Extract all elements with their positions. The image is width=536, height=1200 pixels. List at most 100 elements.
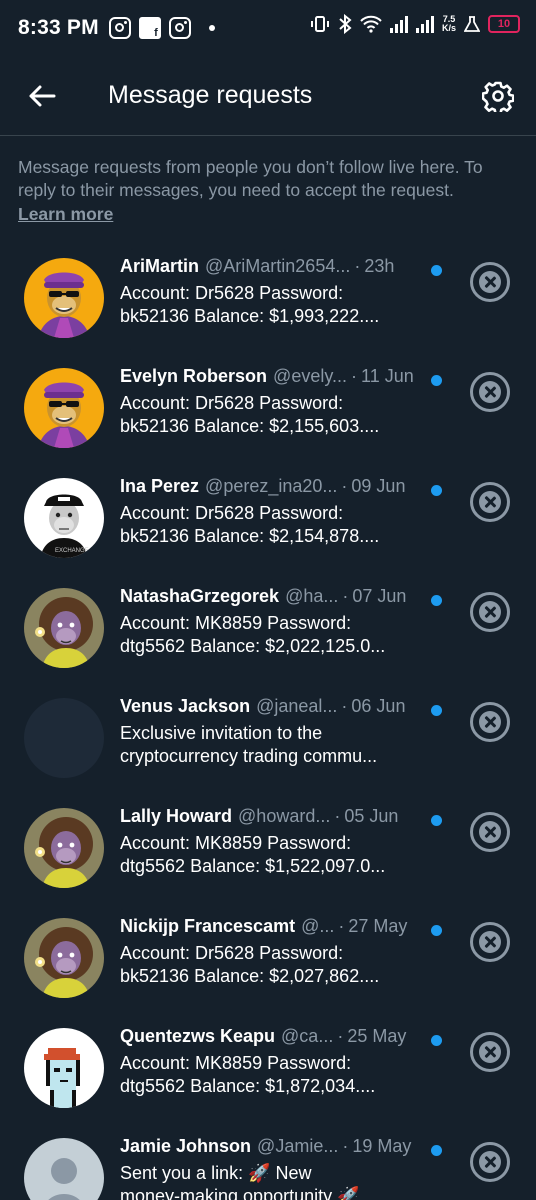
message-request-row[interactable]: AriMartin @AriMartin2654... · 23h Accoun… [0, 240, 536, 350]
message-request-content: AriMartin @AriMartin2654... · 23h Accoun… [120, 256, 440, 328]
unread-indicator [431, 485, 442, 496]
net-speed-unit: K/s [441, 23, 456, 33]
sender-name: Jamie Johnson [120, 1136, 252, 1156]
message-request-row[interactable]: Venus Jackson @janeal... · 06 Jun Exclus… [0, 680, 536, 790]
settings-button[interactable] [478, 76, 518, 116]
svg-text:EXCHANGE: EXCHANGE [55, 548, 89, 554]
arrow-left-icon [29, 85, 56, 107]
avatar[interactable] [24, 808, 104, 888]
avatar[interactable] [24, 1138, 104, 1200]
dismiss-request-button[interactable] [470, 372, 510, 412]
page-title: Message requests [108, 81, 313, 109]
message-request-content: Venus Jackson @janeal... · 06 Jun Exclus… [120, 696, 440, 768]
sender-name: Lally Howard [120, 806, 233, 826]
close-circle-icon [479, 491, 501, 513]
alert-icon [464, 16, 480, 32]
sender-handle: @ha... [285, 586, 339, 606]
separator: · [342, 1136, 349, 1156]
message-request-content: Jamie Johnson @Jamie... · 19 May Sent yo… [120, 1136, 440, 1200]
dismiss-request-button[interactable] [470, 1032, 510, 1072]
message-preview-line-1: Account: Dr5628 Password: [120, 943, 344, 963]
dot-icon [208, 25, 215, 31]
sender-handle: @AriMartin2654... [205, 256, 351, 276]
dismiss-request-button[interactable] [470, 1142, 510, 1182]
separator: · [334, 806, 341, 826]
message-request-row[interactable]: Nickijp Francescamt @... · 27 May Accoun… [0, 900, 536, 1010]
message-request-row[interactable]: Jamie Johnson @Jamie... · 19 May Sent yo… [0, 1120, 536, 1200]
message-preview-line-2: dtg5562 Balance: $2,022,125.0... [120, 636, 386, 656]
sender-handle: @howard... [238, 806, 331, 826]
unread-indicator [431, 705, 442, 716]
close-circle-icon [479, 1041, 501, 1063]
avatar[interactable] [24, 588, 104, 668]
info-text: Message requests from people you don’t f… [18, 157, 483, 200]
separator: · [354, 256, 361, 276]
message-request-row[interactable]: EXCHANGE Ina Perez @perez_ina20... · 09 … [0, 460, 536, 570]
message-preview-line-1: Sent you a link: 🚀 New [120, 1163, 312, 1183]
message-preview-line-2: dtg5562 Balance: $1,872,034.... [120, 1076, 376, 1096]
close-circle-icon [479, 821, 501, 843]
message-preview-line-2: money-making opportunity 🚀 [120, 1186, 360, 1200]
avatar[interactable] [24, 368, 104, 448]
message-date: 09 Jun [351, 476, 406, 496]
separator: · [341, 476, 348, 496]
message-request-row[interactable]: NatashaGrzegorek @ha... · 07 Jun Account… [0, 570, 536, 680]
avatar[interactable]: EXCHANGE [24, 478, 104, 558]
message-preview-line-2: bk52136 Balance: $1,993,222.... [120, 306, 380, 326]
unread-indicator [431, 815, 442, 826]
dismiss-request-button[interactable] [470, 592, 510, 632]
vibrate-icon [310, 16, 329, 32]
unread-indicator [431, 1035, 442, 1046]
unread-indicator [431, 595, 442, 606]
close-circle-icon [479, 601, 501, 623]
contact-card-icon [138, 17, 161, 39]
message-request-header: Venus Jackson @janeal... · 06 Jun [120, 696, 440, 722]
message-request-row[interactable]: Lally Howard @howard... · 05 Jun Account… [0, 790, 536, 900]
message-date: 19 May [352, 1136, 412, 1156]
close-circle-icon [479, 711, 501, 733]
dismiss-request-button[interactable] [470, 702, 510, 742]
instagram-icon [108, 17, 131, 39]
message-date: 27 May [348, 916, 408, 936]
separator: · [338, 916, 345, 936]
message-request-content: Ina Perez @perez_ina20... · 09 Jun Accou… [120, 476, 440, 548]
system-icons: 7.5 K/s 10 [310, 14, 520, 34]
sender-name: AriMartin [120, 256, 200, 276]
message-request-header: Lally Howard @howard... · 05 Jun [120, 806, 440, 832]
dismiss-request-button[interactable] [470, 262, 510, 302]
message-preview-line-1: Account: Dr5628 Password: [120, 283, 344, 303]
dismiss-request-button[interactable] [470, 812, 510, 852]
gear-icon [482, 81, 514, 112]
message-date: 11 Jun [361, 366, 414, 386]
message-request-header: AriMartin @AriMartin2654... · 23h [120, 256, 440, 282]
message-preview-line-1: Account: MK8859 Password: [120, 833, 352, 853]
close-circle-icon [479, 1151, 501, 1173]
close-circle-icon [479, 381, 501, 403]
message-request-content: Nickijp Francescamt @... · 27 May Accoun… [120, 916, 440, 988]
avatar[interactable] [24, 1028, 104, 1108]
back-button[interactable] [22, 76, 62, 116]
signal-icon [389, 15, 408, 33]
message-request-header: Nickijp Francescamt @... · 27 May [120, 916, 440, 942]
battery-level: 10 [497, 18, 511, 30]
message-request-row[interactable]: Quentezws Keapu @ca... · 25 May Account:… [0, 1010, 536, 1120]
wifi-icon [360, 15, 382, 33]
message-preview-line-2: dtg5562 Balance: $1,522,097.0... [120, 856, 386, 876]
message-preview-line-1: Account: Dr5628 Password: [120, 393, 344, 413]
sender-handle: @Jamie... [257, 1136, 339, 1156]
sender-handle: @... [301, 916, 335, 936]
avatar[interactable] [24, 918, 104, 998]
separator: · [342, 586, 349, 606]
message-request-header: Evelyn Roberson @evely... · 11 Jun [120, 366, 440, 392]
sender-handle: @perez_ina20... [205, 476, 338, 496]
avatar[interactable] [24, 698, 104, 778]
net-speed: 7.5 K/s [442, 15, 456, 33]
status-bar: 8:33 PM 7.5 K/s 10 [0, 0, 536, 56]
dismiss-request-button[interactable] [470, 922, 510, 962]
learn-more-link[interactable]: Learn more [18, 203, 113, 226]
message-request-header: Quentezws Keapu @ca... · 25 May [120, 1026, 440, 1052]
message-request-row[interactable]: Evelyn Roberson @evely... · 11 Jun Accou… [0, 350, 536, 460]
message-preview-line-1: Exclusive invitation to the [120, 723, 323, 743]
dismiss-request-button[interactable] [470, 482, 510, 522]
avatar[interactable] [24, 258, 104, 338]
